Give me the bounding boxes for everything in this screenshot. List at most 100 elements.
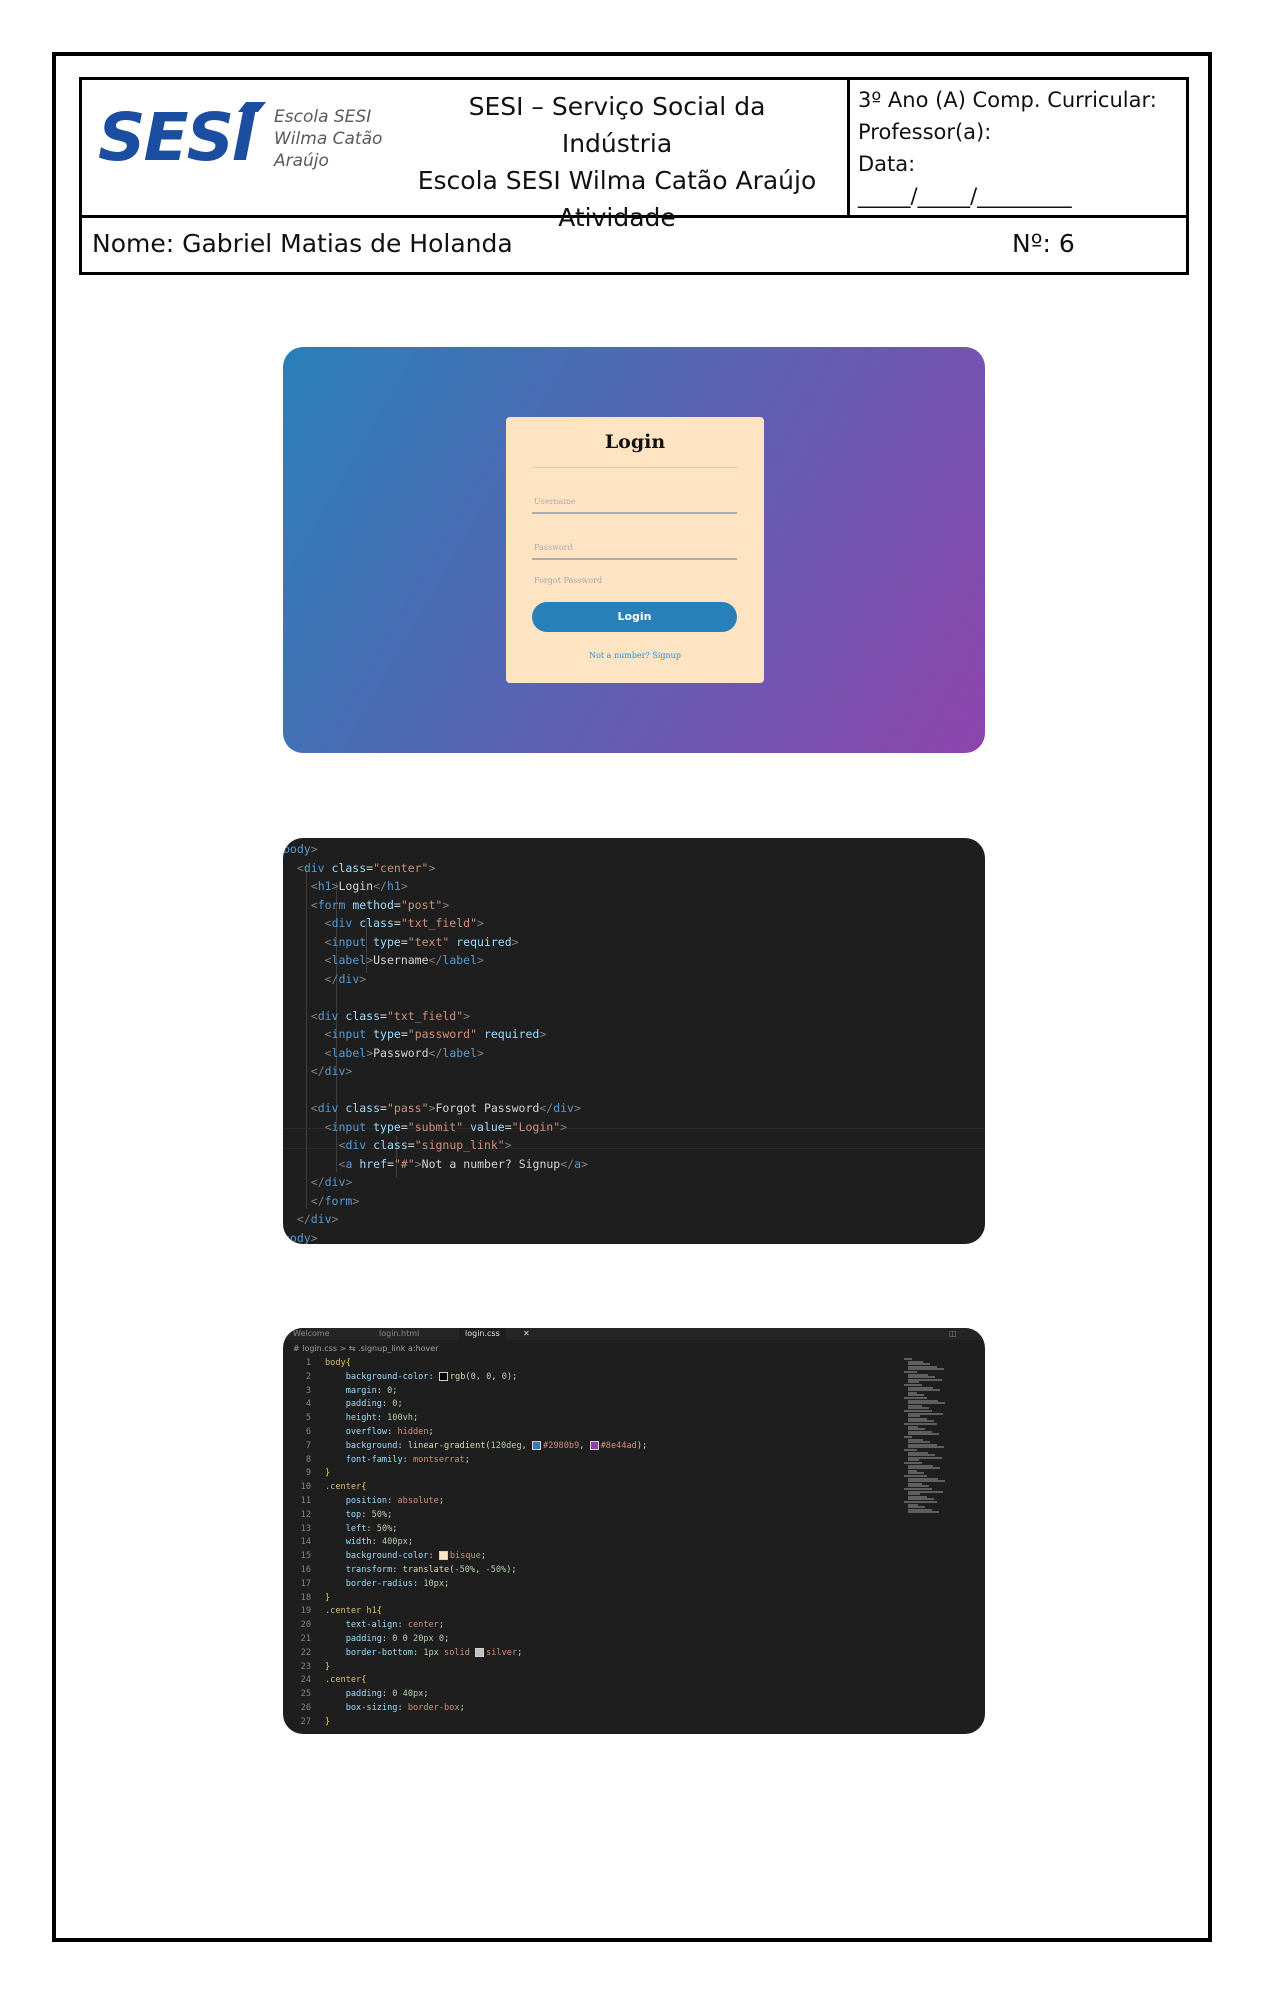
- line-number: 2: [305, 1371, 311, 1382]
- code-line: 13 left: 50%;: [283, 1523, 647, 1537]
- line-number: 15: [300, 1551, 311, 1562]
- institution-name: SESI – Serviço Social da Indústria: [468, 92, 766, 158]
- date-blank: _____/_____/_________: [858, 184, 1072, 208]
- code-line: <input type="password" required>: [324, 1027, 547, 1041]
- line-number: 11: [300, 1495, 311, 1506]
- code-line: <div class="center">: [296, 860, 436, 875]
- school-name: Escola SESI Wilma Catão Araújo: [417, 166, 817, 195]
- code-line: 3 margin: 0;: [283, 1385, 647, 1399]
- tab-welcome[interactable]: Welcome: [293, 1328, 330, 1340]
- student-number: Nº: 6: [1012, 229, 1075, 258]
- code-line: 10 .center{: [283, 1481, 647, 1495]
- line-number: 1: [305, 1358, 311, 1368]
- header-column-divider: [847, 80, 850, 215]
- split-editor-icon[interactable]: ◫: [949, 1328, 957, 1340]
- line-number: 25: [300, 1689, 311, 1700]
- code-line: 2 background-color: rgb(0, 0, 0);: [283, 1371, 647, 1385]
- line-number: 22: [300, 1647, 311, 1658]
- line-number: 24: [300, 1675, 311, 1686]
- code-line: <a href="#">Not a number? Signup</a>: [338, 1156, 588, 1171]
- code-line: 21 padding: 0 0 20px 0;: [283, 1633, 647, 1647]
- code-line: <div class="signup_link">: [338, 1138, 512, 1152]
- sesi-logo: SESI Escola SESI Wilma Catão Araújo: [96, 100, 396, 190]
- line-number: 17: [300, 1578, 311, 1589]
- code-line: </div>: [324, 971, 367, 986]
- code-line: 15 background-color: bisque;: [283, 1550, 647, 1564]
- code-line: body>: [283, 842, 318, 856]
- line-number: 20: [300, 1620, 311, 1631]
- line-number: 18: [300, 1592, 311, 1603]
- signup-link[interactable]: Not a number? Signup: [506, 651, 764, 660]
- line-number: 7: [305, 1440, 311, 1451]
- tab-login-css[interactable]: login.css: [459, 1328, 506, 1340]
- line-number: 8: [305, 1454, 311, 1465]
- line-number: 4: [305, 1399, 311, 1410]
- code-line: </div>: [296, 1212, 339, 1226]
- color-swatch[interactable]: [438, 1551, 448, 1561]
- logo-caption-line: Araújo: [274, 151, 329, 171]
- code-line: <div class="pass">Forgot Password</div>: [310, 1101, 581, 1115]
- line-number: 27: [300, 1716, 311, 1727]
- line-number: 26: [300, 1702, 311, 1713]
- line-number: 14: [300, 1537, 311, 1548]
- close-tab-icon[interactable]: ✕: [523, 1328, 530, 1340]
- line-number: 23: [300, 1661, 311, 1672]
- code-line: 19 .center h1{: [283, 1605, 647, 1619]
- code-line: 27}: [283, 1716, 647, 1730]
- css-code: 1 body{2 background-color: rgb(0, 0, 0); 3…: [283, 1357, 648, 1730]
- code-line: </div>: [310, 1064, 353, 1078]
- username-label: Username: [534, 497, 576, 506]
- login-preview-screenshot: Login Username Password Forgot Password …: [283, 347, 985, 753]
- line-number: 16: [300, 1564, 311, 1575]
- code-line: </form>: [310, 1193, 360, 1208]
- code-line: 18}: [283, 1592, 647, 1606]
- editor-tabs: Welcome login.html login.css ✕ ◫: [283, 1328, 985, 1340]
- code-line: 24 .center{: [283, 1674, 647, 1688]
- code-line: <div class="txt_field">: [310, 1008, 471, 1023]
- code-line: <div class="txt_field">: [324, 916, 484, 930]
- student-name: Nome: Gabriel Matias de Holanda: [92, 229, 513, 258]
- code-line: 26 box-sizing: border-box;: [283, 1702, 647, 1716]
- forgot-password-link[interactable]: Forgot Password: [534, 576, 602, 585]
- code-line: <form method="post">: [310, 897, 450, 912]
- code-line: <label>Username</label>: [324, 953, 484, 967]
- line-number: 9: [305, 1468, 311, 1479]
- color-swatch[interactable]: [438, 1371, 448, 1381]
- tab-login-html[interactable]: login.html: [379, 1328, 419, 1340]
- color-swatch[interactable]: [475, 1647, 485, 1657]
- login-button[interactable]: Login: [532, 602, 737, 632]
- color-swatch[interactable]: [589, 1440, 599, 1450]
- code-line: 5 height: 100vh;: [283, 1412, 647, 1426]
- teacher-field: Professor(a):: [858, 120, 992, 144]
- login-card: Login Username Password Forgot Password …: [506, 417, 764, 683]
- password-field[interactable]: Password: [532, 528, 737, 560]
- school-heading: SESI – Serviço Social da Indústria Escol…: [412, 88, 822, 236]
- code-line: 1 body{: [283, 1357, 647, 1371]
- line-number: 21: [300, 1633, 311, 1644]
- code-line: 7 background: linear-gradient(120deg, #2…: [283, 1440, 647, 1454]
- line-number: 13: [300, 1523, 311, 1534]
- color-swatch[interactable]: [532, 1440, 542, 1450]
- password-label: Password: [534, 543, 573, 552]
- header-table: SESI Escola SESI Wilma Catão Araújo SESI…: [79, 77, 1189, 275]
- code-line: 17 border-radius: 10px;: [283, 1578, 647, 1592]
- date-label: Data:: [858, 152, 916, 176]
- code-line: <input type="submit" value="Login">: [324, 1119, 568, 1134]
- code-line: </div>: [310, 1175, 353, 1189]
- code-line: 23}: [283, 1661, 647, 1675]
- minimap-line: [908, 1511, 939, 1514]
- logo-caption-line: Escola SESI: [274, 107, 372, 127]
- code-line: 6 overflow: hidden;: [283, 1426, 647, 1440]
- code-line: 9}: [283, 1467, 647, 1481]
- class-info: 3º Ano (A) Comp. Curricular: Professor(a…: [858, 84, 1188, 212]
- code-line: 16 transform: translate(-50%, -50%);: [283, 1564, 647, 1578]
- logo-caption-line: Wilma Catão: [274, 129, 383, 149]
- username-field[interactable]: Username: [532, 482, 737, 514]
- class-curriculum: 3º Ano (A) Comp. Curricular:: [858, 88, 1157, 112]
- logo-caption: Escola SESI Wilma Catão Araújo: [274, 106, 382, 172]
- minimap-line: [908, 1433, 939, 1436]
- css-editor-screenshot: Welcome login.html login.css ✕ ◫ # login…: [283, 1328, 985, 1734]
- line-number: 6: [305, 1426, 311, 1437]
- code-line: 25 padding: 0 40px;: [283, 1688, 647, 1702]
- minimap[interactable]: [904, 1358, 950, 1518]
